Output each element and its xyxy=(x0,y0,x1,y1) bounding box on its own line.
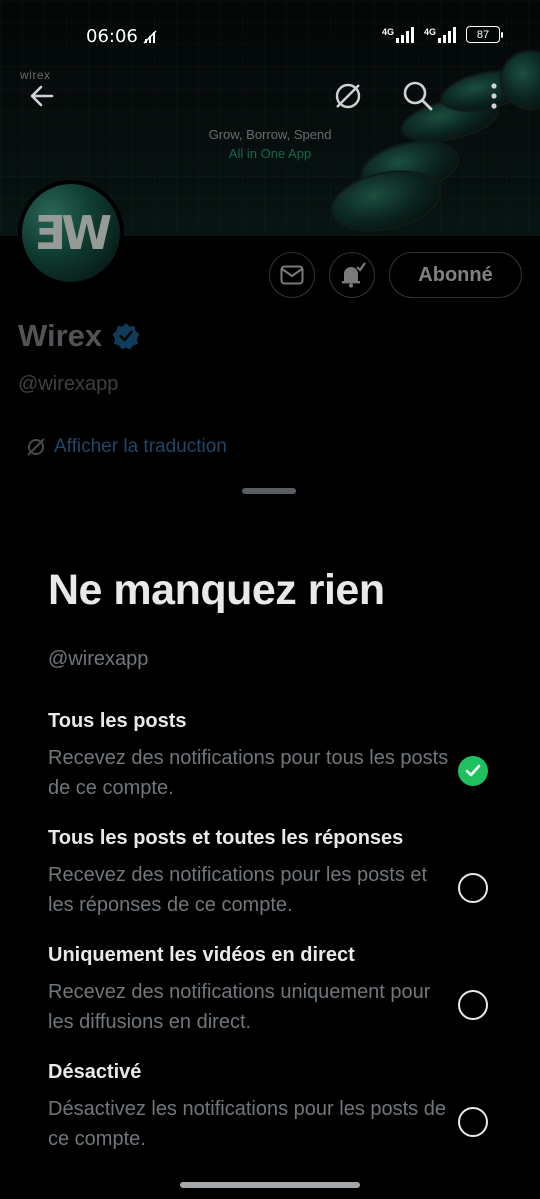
message-button[interactable] xyxy=(269,252,315,298)
translate-icon xyxy=(335,83,361,109)
back-arrow-icon xyxy=(30,85,54,107)
radio-unselected[interactable] xyxy=(458,1107,488,1137)
search-icon xyxy=(403,81,433,111)
notification-settings-sheet: Ne manquez rien @wirexapp Tous les posts… xyxy=(0,478,540,1199)
show-translation-link[interactable]: Afficher la traduction xyxy=(26,436,227,458)
option-title: Tous les posts xyxy=(48,710,187,732)
option-all-posts[interactable]: Tous les posts Recevez des notifications… xyxy=(48,710,510,810)
option-all-posts-and-replies[interactable]: Tous les posts et toutes les réponses Re… xyxy=(48,827,510,927)
notifications-button[interactable] xyxy=(329,252,375,298)
status-time: 06:06 xyxy=(86,26,138,47)
signal-bars-icon xyxy=(395,26,414,43)
top-nav xyxy=(0,72,540,120)
profile-name: Wirex xyxy=(18,318,103,353)
sheet-drag-handle[interactable] xyxy=(242,488,296,494)
profile-handle: @wirexapp xyxy=(18,373,119,395)
profile-name-row: Wirex xyxy=(18,318,140,354)
avatar[interactable]: ƎW xyxy=(18,180,124,286)
radio-unselected[interactable] xyxy=(458,873,488,903)
back-button[interactable] xyxy=(24,78,60,114)
option-title: Tous les posts et toutes les réponses xyxy=(48,827,404,849)
checkmark-icon xyxy=(465,764,481,777)
option-description: Recevez des notifications uniquement pou… xyxy=(48,981,431,1033)
radio-unselected[interactable] xyxy=(458,990,488,1020)
network-indicator-1: 4G xyxy=(382,26,414,43)
translate-icon xyxy=(27,438,45,456)
mail-icon xyxy=(280,265,304,285)
network-indicator-2: 4G xyxy=(424,26,456,43)
following-button[interactable]: Abonné xyxy=(389,252,522,298)
radio-selected[interactable] xyxy=(458,756,488,786)
option-description: Recevez des notifications pour les posts… xyxy=(48,864,428,916)
more-options-button[interactable] xyxy=(476,78,512,114)
home-indicator[interactable] xyxy=(180,1182,360,1188)
translate-button[interactable] xyxy=(330,78,366,114)
option-live-videos-only[interactable]: Uniquement les vidéos en direct Recevez … xyxy=(48,944,510,1044)
option-description: Désactivez les notifications pour les po… xyxy=(48,1098,446,1150)
sheet-account-handle: @wirexapp xyxy=(48,648,149,670)
status-bar: 06:06 4G 4G 87 xyxy=(0,0,540,72)
option-title: Désactivé xyxy=(48,1061,142,1083)
option-description: Recevez des notifications pour tous les … xyxy=(48,747,449,799)
verified-badge-icon xyxy=(112,323,140,350)
show-translation-label: Afficher la traduction xyxy=(54,436,227,457)
search-button[interactable] xyxy=(400,78,436,114)
battery-indicator: 87 xyxy=(466,26,503,43)
avatar-logo: ƎW xyxy=(33,206,112,260)
option-title: Uniquement les vidéos en direct xyxy=(48,944,355,966)
bell-check-icon xyxy=(342,262,366,288)
signal-icon xyxy=(142,28,158,49)
option-disabled[interactable]: Désactivé Désactivez les notifications p… xyxy=(48,1061,510,1161)
signal-bars-icon xyxy=(438,26,456,43)
more-vertical-icon xyxy=(491,83,497,109)
sheet-title: Ne manquez rien xyxy=(48,566,385,614)
